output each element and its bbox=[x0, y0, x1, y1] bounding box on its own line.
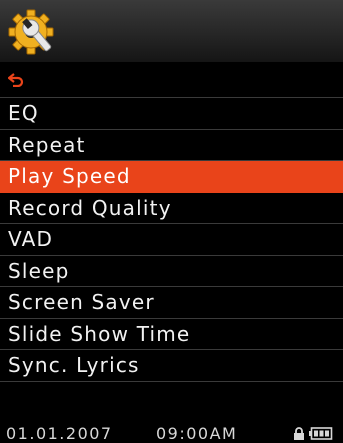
menu-item-sleep[interactable]: Sleep bbox=[0, 256, 343, 287]
menu-item-repeat[interactable]: Repeat bbox=[0, 130, 343, 161]
menu-item-screen-saver[interactable]: Screen Saver bbox=[0, 287, 343, 319]
menu-item-eq[interactable]: EQ bbox=[0, 98, 343, 130]
menu-item-play-speed[interactable]: Play Speed bbox=[0, 161, 343, 193]
settings-menu: EQ Repeat Play Speed Record Quality VAD … bbox=[0, 62, 343, 382]
status-bar: 01.01.2007 09:00AM bbox=[0, 424, 343, 443]
lock-icon bbox=[294, 427, 304, 440]
battery-icon bbox=[309, 427, 333, 440]
menu-item-back[interactable] bbox=[0, 62, 343, 98]
menu-item-vad[interactable]: VAD bbox=[0, 224, 343, 256]
menu-item-slide-show-time[interactable]: Slide Show Time bbox=[0, 319, 343, 350]
status-time: 09:00AM bbox=[156, 424, 238, 443]
menu-item-record-quality[interactable]: Record Quality bbox=[0, 193, 343, 224]
title-bar bbox=[0, 0, 343, 62]
status-date: 01.01.2007 bbox=[6, 424, 113, 443]
settings-icon[interactable] bbox=[6, 4, 60, 58]
back-arrow-icon bbox=[8, 72, 24, 87]
menu-item-sync-lyrics[interactable]: Sync. Lyrics bbox=[0, 350, 343, 382]
